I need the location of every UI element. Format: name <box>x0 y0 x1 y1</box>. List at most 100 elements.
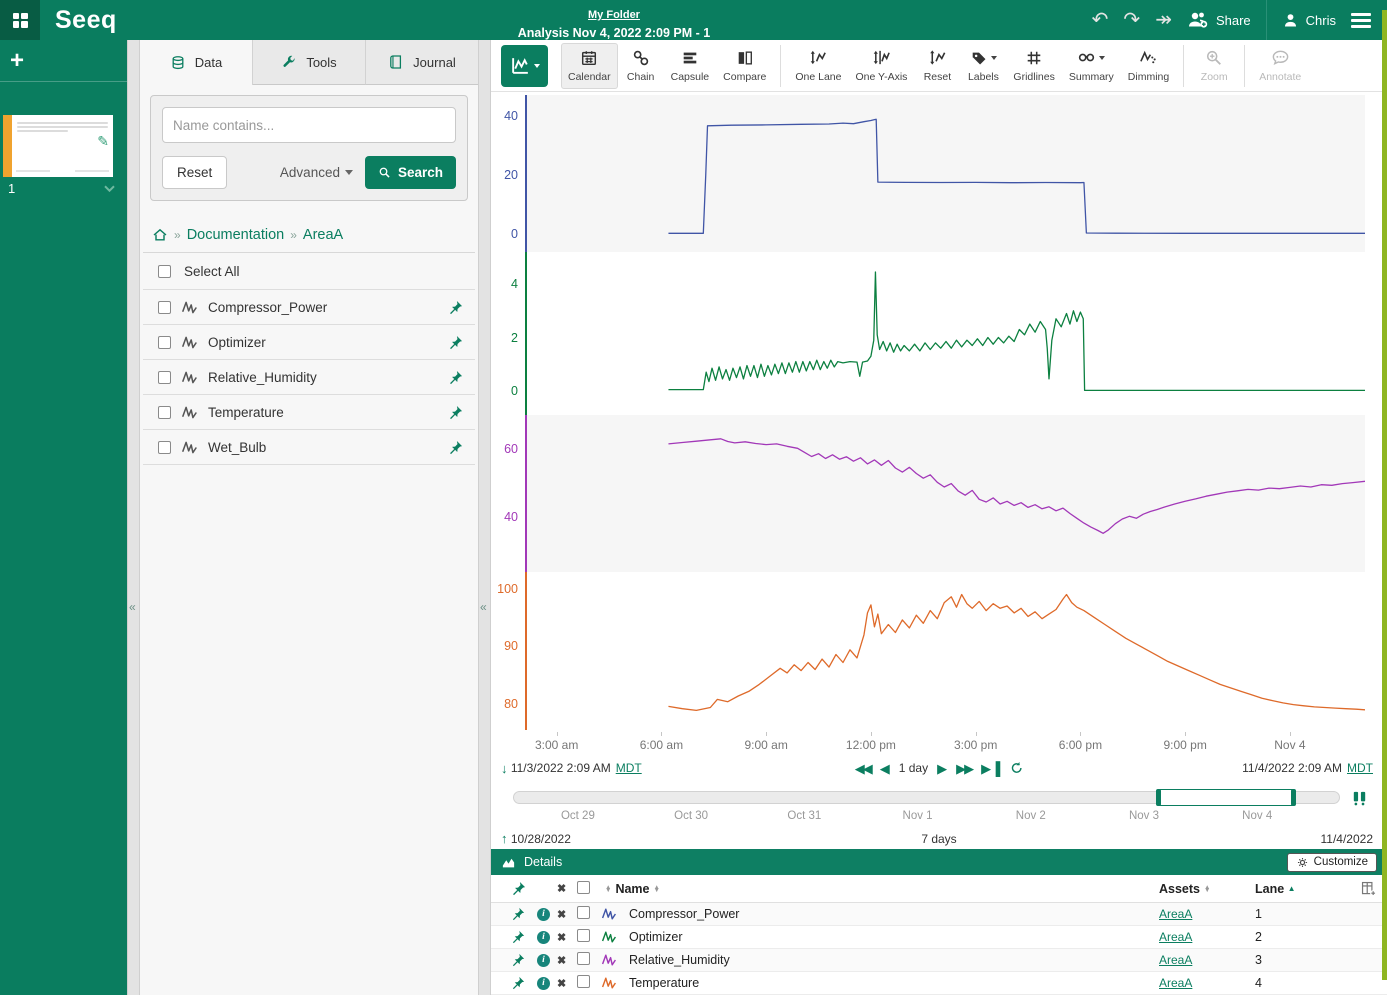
lane-column-header[interactable]: Lane ▲ <box>1255 882 1313 896</box>
scrubber-tool-icon[interactable] <box>1350 789 1369 808</box>
data-panel-collapse-strip[interactable]: « <box>478 40 491 995</box>
timezone-link[interactable]: MDT <box>1347 761 1373 775</box>
chart-type-button[interactable] <box>501 45 548 87</box>
item-checkbox[interactable] <box>158 336 171 349</box>
one-lane-button[interactable]: One Lane <box>788 43 848 89</box>
step-forward-much-button[interactable]: ▶▶ <box>956 762 972 775</box>
asset-link[interactable]: AreaA <box>1159 976 1192 990</box>
calendar-button[interactable]: Calendar <box>561 43 618 89</box>
step-back-button[interactable]: ◀ <box>880 762 890 775</box>
collapse-left-icon[interactable]: « <box>480 600 487 614</box>
row-checkbox[interactable] <box>577 975 590 988</box>
select-all-checkbox[interactable] <box>158 265 171 278</box>
step-to-end-button[interactable]: ▶▐ <box>981 762 1000 775</box>
reset-button[interactable]: Reset <box>162 156 227 189</box>
advanced-toggle[interactable]: Advanced <box>280 165 353 180</box>
range-end[interactable]: 11/4/2022 2:09 AM <box>1242 761 1342 775</box>
redo-button[interactable]: ↷ <box>1123 10 1140 30</box>
details-row[interactable]: i ✖ Compressor_Power AreaA 1 <box>491 903 1387 926</box>
redo-all-button[interactable]: ↠ <box>1155 10 1172 30</box>
step-back-much-button[interactable]: ◀◀ <box>855 762 871 775</box>
pin-icon[interactable] <box>511 930 525 944</box>
lane-temperature[interactable]: 8090100 <box>491 572 1387 730</box>
timezone-link[interactable]: MDT <box>616 761 642 775</box>
remove-icon[interactable]: ✖ <box>557 977 577 990</box>
signal-list-item[interactable]: Wet_Bulb <box>143 430 475 465</box>
x-axis[interactable]: 3:00 am6:00 am9:00 am12:00 pm3:00 pm6:00… <box>527 732 1365 756</box>
info-icon[interactable]: i <box>537 977 550 990</box>
remove-column-icon[interactable]: ✖ <box>557 882 577 895</box>
share-button[interactable]: Share <box>1187 10 1251 30</box>
worksheet-thumbnail[interactable]: ✎ <box>3 115 127 177</box>
app-grid-button[interactable] <box>0 0 40 40</box>
add-column-icon[interactable] <box>1360 880 1377 897</box>
lane-plot[interactable] <box>525 252 1365 415</box>
item-checkbox[interactable] <box>158 406 171 419</box>
remove-icon[interactable]: ✖ <box>557 908 577 921</box>
assets-column-header[interactable]: Assets▲▼ <box>1159 882 1255 896</box>
hamburger-menu[interactable] <box>1351 13 1371 28</box>
details-row[interactable]: i ✖ Relative_Humidity AreaA 3 <box>491 949 1387 972</box>
step-forward-button[interactable]: ▶ <box>937 762 947 775</box>
one-y-axis-button[interactable]: One Y-Axis <box>848 43 914 89</box>
asset-link[interactable]: AreaA <box>1159 930 1192 944</box>
tab-journal[interactable]: Journal <box>366 40 478 85</box>
lane-compressor-power[interactable]: 02040 <box>491 95 1387 252</box>
capsule-button[interactable]: Capsule <box>664 43 717 89</box>
customize-button[interactable]: Customize <box>1287 853 1377 872</box>
info-icon[interactable]: i <box>537 931 550 944</box>
info-icon[interactable]: i <box>537 908 550 921</box>
compare-button[interactable]: Compare <box>716 43 773 89</box>
row-checkbox[interactable] <box>577 929 590 942</box>
collapse-left-icon[interactable]: « <box>129 600 136 614</box>
investigate-start-date[interactable]: 10/28/2022 <box>511 832 571 846</box>
item-checkbox[interactable] <box>158 441 171 454</box>
asset-link[interactable]: AreaA <box>1159 907 1192 921</box>
trend-chart[interactable]: 02040 024 4060 8090100 <box>491 92 1387 730</box>
range-start[interactable]: 11/3/2022 2:09 AM <box>511 761 611 775</box>
pin-column-icon[interactable] <box>511 881 526 896</box>
lane-plot[interactable] <box>525 95 1365 252</box>
search-button[interactable]: Search <box>365 156 456 189</box>
pin-icon[interactable] <box>448 370 463 385</box>
name-column-header[interactable]: ▲▼Name▲▼ <box>601 882 1159 896</box>
signal-list-item[interactable]: Temperature <box>143 395 475 430</box>
item-checkbox[interactable] <box>158 301 171 314</box>
lane-plot[interactable] <box>525 572 1365 730</box>
search-input[interactable] <box>162 107 456 143</box>
remove-icon[interactable]: ✖ <box>557 931 577 944</box>
range-duration[interactable]: 1 day <box>899 761 928 775</box>
tab-data[interactable]: Data <box>140 40 253 85</box>
scrubber-track[interactable] <box>513 791 1340 804</box>
scrubber-selection[interactable] <box>1158 789 1294 806</box>
pin-icon[interactable] <box>448 405 463 420</box>
pin-icon[interactable] <box>448 440 463 455</box>
investigate-end-date[interactable]: 11/4/2022 <box>1321 832 1374 846</box>
signal-list-item[interactable]: Optimizer <box>143 325 475 360</box>
select-all-rows-checkbox[interactable] <box>577 881 590 894</box>
summary-button[interactable]: Summary <box>1062 43 1121 89</box>
pin-icon[interactable] <box>511 976 525 990</box>
breadcrumb-documentation[interactable]: Documentation <box>187 227 285 243</box>
signal-list-item[interactable]: Compressor_Power <box>143 290 475 325</box>
pin-icon[interactable] <box>511 953 525 967</box>
tab-tools[interactable]: Tools <box>253 40 366 85</box>
user-menu[interactable]: Chris <box>1282 12 1336 29</box>
sidebar-collapse-strip[interactable]: « <box>127 40 140 995</box>
labels-button[interactable]: Labels <box>960 43 1006 89</box>
investigate-span[interactable]: 7 days <box>921 832 956 846</box>
chain-button[interactable]: Chain <box>618 43 664 89</box>
dimming-button[interactable]: Dimming <box>1121 43 1176 89</box>
breadcrumb-areaa[interactable]: AreaA <box>303 227 343 243</box>
lane-plot[interactable] <box>525 415 1365 572</box>
my-folder-link[interactable]: My Folder <box>588 9 640 21</box>
lane-relative-humidity[interactable]: 4060 <box>491 415 1387 572</box>
lane-optimizer[interactable]: 024 <box>491 252 1387 415</box>
row-checkbox[interactable] <box>577 952 590 965</box>
info-icon[interactable]: i <box>537 954 550 967</box>
remove-icon[interactable]: ✖ <box>557 954 577 967</box>
item-checkbox[interactable] <box>158 371 171 384</box>
worksheet-chevron-down-icon[interactable] <box>102 181 117 196</box>
gridlines-button[interactable]: Gridlines <box>1006 43 1061 89</box>
refresh-icon[interactable] <box>1009 761 1023 775</box>
